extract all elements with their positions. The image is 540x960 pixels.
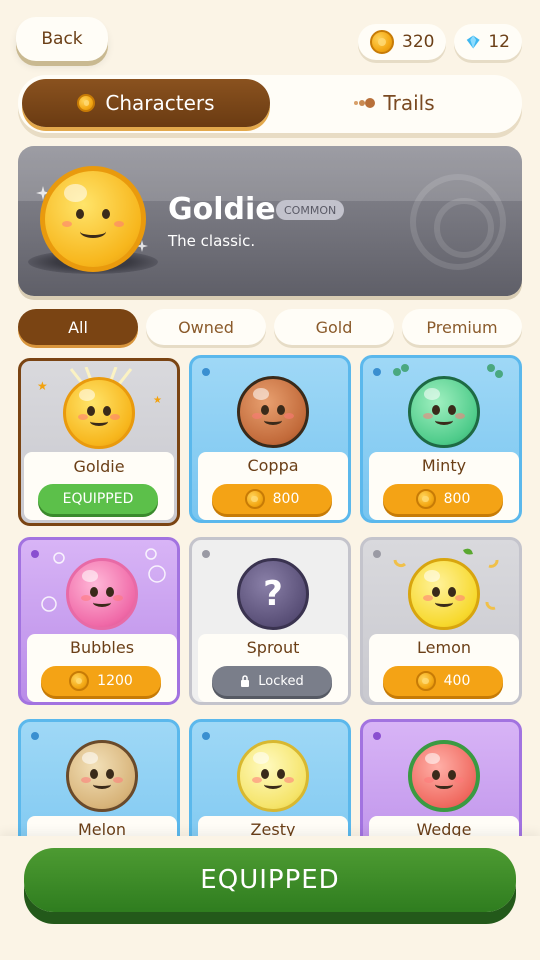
coin-icon <box>415 671 436 691</box>
filter-gold[interactable]: Gold <box>274 309 394 345</box>
status-dot <box>373 550 381 558</box>
goldie-avatar <box>40 166 146 272</box>
equip-button[interactable]: EQUIPPED <box>24 848 516 912</box>
buy-button[interactable]: 400 <box>383 666 503 696</box>
buy-button[interactable]: 1200 <box>41 666 161 696</box>
tab-trails[interactable]: Trails <box>270 79 518 127</box>
status-dot <box>202 368 210 376</box>
tab-characters[interactable]: Characters <box>22 79 270 127</box>
minty-icon <box>408 376 480 448</box>
price-label: 800 <box>443 491 471 507</box>
character-card-minty[interactable]: Minty 800 <box>360 355 522 523</box>
buy-button[interactable]: 800 <box>383 484 503 514</box>
lock-icon <box>241 675 250 687</box>
filter-owned[interactable]: Owned <box>146 309 266 345</box>
character-card-coppa[interactable]: Coppa 800 <box>189 355 351 523</box>
tab-characters-label: Characters <box>105 91 215 115</box>
star-icon: ★ <box>37 379 48 393</box>
melon-icon <box>66 740 138 812</box>
tab-trails-label: Trails <box>383 91 435 115</box>
star-icon: ★ <box>153 395 162 406</box>
coin-icon <box>77 94 96 112</box>
coin-icon <box>69 671 90 691</box>
watermelon-icon <box>408 740 480 812</box>
locked-label: Locked <box>258 673 304 689</box>
selected-character-panel: Goldie COMMON The classic. <box>18 146 522 296</box>
back-label: Back <box>41 29 83 49</box>
rarity-badge: COMMON <box>276 200 345 220</box>
status-dot <box>31 550 39 558</box>
status-dot <box>373 732 381 740</box>
price-label: 800 <box>272 491 300 507</box>
character-card-lemon[interactable]: Lemon 400 <box>360 537 522 705</box>
coin-icon <box>244 489 265 509</box>
mystery-icon: ? <box>237 558 309 630</box>
gem-count: 12 <box>488 32 510 52</box>
card-name: Minty <box>421 456 467 475</box>
coin-count: 320 <box>402 32 435 52</box>
card-name: Goldie <box>73 457 125 476</box>
trail-icon <box>354 98 376 108</box>
zesty-icon <box>237 740 309 812</box>
status-dot <box>31 732 39 740</box>
character-card-goldie[interactable]: ★ ★ Goldie EQUIPPED <box>18 358 180 526</box>
filter-all[interactable]: All <box>18 309 138 345</box>
card-name: Bubbles <box>69 638 135 657</box>
buy-button[interactable]: 800 <box>212 484 332 514</box>
status-dot <box>202 732 210 740</box>
coppa-icon <box>237 376 309 448</box>
lemon-icon <box>408 558 480 630</box>
filter-premium[interactable]: Premium <box>402 309 522 345</box>
status-dot <box>373 368 381 376</box>
gem-balance[interactable]: 12 <box>454 24 522 60</box>
status-dot <box>202 550 210 558</box>
character-card-sprout[interactable]: ? Sprout Locked <box>189 537 351 705</box>
character-card-bubbles[interactable]: Bubbles 1200 <box>18 537 180 705</box>
price-label: 1200 <box>97 673 133 689</box>
coin-icon <box>415 489 436 509</box>
diamond-icon <box>466 35 480 49</box>
card-name: Lemon <box>417 638 471 657</box>
character-name: Goldie <box>168 192 276 227</box>
coin-balance[interactable]: 320 <box>358 24 446 60</box>
price-label: 400 <box>443 673 471 689</box>
bubbles-icon <box>66 558 138 630</box>
locked-badge: Locked <box>212 666 332 696</box>
decor-ring <box>410 174 506 270</box>
coin-icon <box>370 30 394 54</box>
category-tabs: Characters Trails <box>18 75 522 133</box>
character-tagline: The classic. <box>168 232 256 250</box>
equipped-badge[interactable]: EQUIPPED <box>38 484 158 514</box>
back-button[interactable]: Back <box>16 17 108 61</box>
goldie-icon <box>63 377 135 449</box>
card-name: Coppa <box>247 456 299 475</box>
card-name: Sprout <box>246 638 300 657</box>
